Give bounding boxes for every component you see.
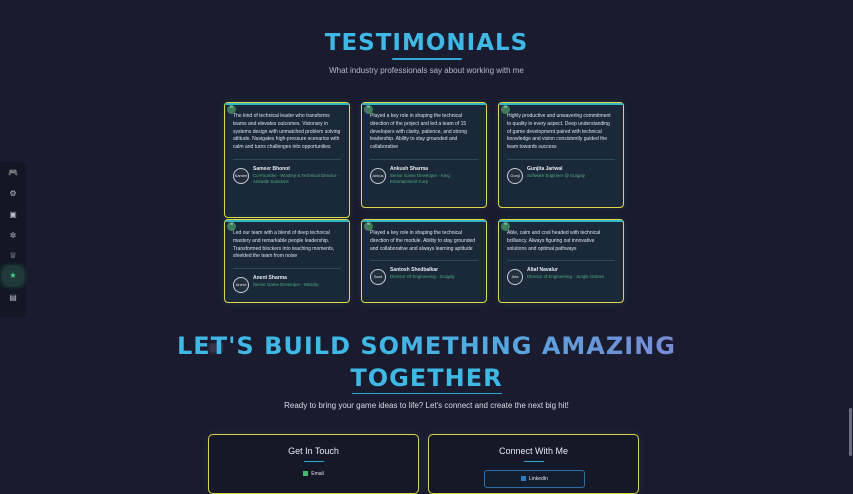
dock-user-gear-button[interactable]: ⚙ (3, 185, 23, 203)
cta-title-line1: LET'S BUILD SOMETHING AMAZING (0, 330, 853, 362)
chat-icon: ▤ (9, 293, 17, 302)
linkedin-button[interactable]: LinkedIn (484, 470, 585, 488)
avatar: Sant Tosh (370, 269, 386, 286)
divider (233, 158, 341, 160)
user-gear-icon: ⚙ (9, 189, 17, 198)
testimonial-author: Sant Tosh Santosh Shedbalkar Director Of… (370, 267, 478, 286)
testimonials-header: TESTIMONIALS What industry professionals… (0, 30, 853, 75)
testimonial-author: Samee Sameer Bhonot Co-Founder - Wootiny… (233, 166, 341, 186)
dock-settings-button[interactable]: ✲ (3, 227, 23, 245)
author-name: Altaf Navalur (527, 267, 558, 274)
quote-icon: ❝ (227, 105, 236, 114)
author-role: Senior Game Developer - Miniclip (253, 282, 319, 288)
testimonial-card: ❝ Played a key role in shaping the techn… (361, 219, 487, 303)
quote-icon: ❝ (501, 105, 510, 114)
cta-title-line2: TOGETHER (350, 364, 503, 392)
star-icon: ★ (9, 271, 17, 280)
testimonials-subtitle: What industry professionals say about wo… (329, 66, 524, 75)
divider (370, 158, 478, 160)
testimonial-quote: Highly productive and unwavering commitm… (507, 113, 611, 151)
author-role: Co-Founder - Wootiny & Technical Directo… (253, 172, 339, 185)
divider (507, 158, 615, 160)
author-name: Anent Sharma (253, 275, 287, 282)
author-name: Sameer Bhonot (253, 165, 290, 172)
dock-briefcase-button[interactable]: ▣ (3, 206, 23, 224)
cta-section: LET'S BUILD SOMETHING AMAZING TOGETHER R… (0, 330, 853, 410)
cta-subtitle: Ready to bring your game ideas to life? … (284, 401, 569, 410)
author-name: Gunjita Jariwal (527, 165, 563, 172)
dock-trophy-button[interactable]: ♕ (3, 247, 23, 265)
author-name: Ankush Sharma (390, 165, 429, 172)
testimonial-card: ❝ Led our team with a blend of deep tech… (224, 219, 350, 303)
quote-icon: ❝ (501, 222, 510, 231)
get-in-touch-title: Get In Touch (288, 446, 339, 456)
divider (233, 268, 341, 270)
testimonial-author: Gunji Gunjita Jariwal Software Engineer … (507, 166, 615, 184)
linkedin-icon (521, 476, 527, 482)
testimonial-author: Ankus Ankush Sharma Senior Game Develope… (370, 166, 478, 186)
testimonial-author: Alta Naval Altaf Navalur Director of Eng… (507, 267, 615, 286)
connect-with-me-card: Connect With Me LinkedIn (428, 434, 639, 494)
avatar: Anent (233, 277, 249, 294)
testimonial-author: Anent Anent Sharma Senior Game Developer… (233, 275, 341, 294)
email-label: Email (311, 471, 324, 477)
linkedin-label: LinkedIn (529, 476, 548, 482)
scrollbar-thumb[interactable] (849, 408, 852, 456)
author-role: Director of Engineering - Jungle Games (527, 274, 605, 280)
testimonial-quote: The kind of technical leader who transfo… (233, 113, 341, 151)
testimonial-card: ❝ The kind of technical leader who trans… (224, 102, 350, 218)
trophy-icon: ♕ (9, 251, 17, 260)
dock-contact-button[interactable]: ▤ (3, 289, 23, 307)
get-in-touch-card: Get In Touch Email (208, 434, 419, 494)
avatar: Gunji (507, 167, 523, 184)
testimonial-card: ❝ Highly productive and unwavering commi… (498, 102, 624, 208)
contact-underline (523, 461, 544, 462)
divider (370, 260, 478, 262)
dock-testimonials-button[interactable]: ★ (3, 267, 23, 285)
testimonial-quote: Able, calm and cool headed with technica… (507, 230, 601, 252)
testimonial-quote: Led our team with a blend of deep techni… (233, 230, 335, 260)
testimonial-quote: Played a key role in shaping the technic… (370, 230, 476, 252)
testimonial-quote: Played a key role in shaping the technic… (370, 113, 467, 151)
author-role: Software Engineer @ Guigaly (527, 172, 585, 178)
divider (507, 260, 615, 262)
quote-icon: ❝ (227, 222, 236, 231)
connect-title: Connect With Me (498, 446, 569, 456)
avatar: Alta Naval (507, 269, 523, 286)
quote-icon: ❝ (364, 105, 373, 114)
testimonial-card: ❝ Played a key role in shaping the techn… (361, 102, 487, 208)
contact-underline (303, 461, 324, 462)
email-icon (303, 471, 309, 477)
author-name: Santosh Shedbalkar (390, 267, 439, 274)
gamepad-icon: 🎮 (8, 168, 18, 177)
quote-icon: ❝ (364, 222, 373, 231)
side-dock: 🎮 ⚙ ▣ ✲ ♕ ★ ▤ (0, 162, 26, 317)
email-link[interactable]: Email (209, 471, 418, 477)
testimonials-title: TESTIMONIALS (324, 30, 529, 56)
avatar: Ankus (370, 167, 386, 184)
author-role: Senior Game Developer - King Entertainme… (390, 172, 450, 185)
testimonial-card: ❝ Able, calm and cool headed with techni… (498, 219, 624, 303)
author-role: Director Of Engineering - Guigaly (390, 274, 455, 280)
dock-gamepad-button[interactable]: 🎮 (3, 164, 23, 182)
settings-icon: ✲ (9, 231, 17, 240)
briefcase-icon: ▣ (9, 210, 17, 219)
avatar: Samee (233, 167, 249, 184)
title-underline (391, 58, 462, 60)
